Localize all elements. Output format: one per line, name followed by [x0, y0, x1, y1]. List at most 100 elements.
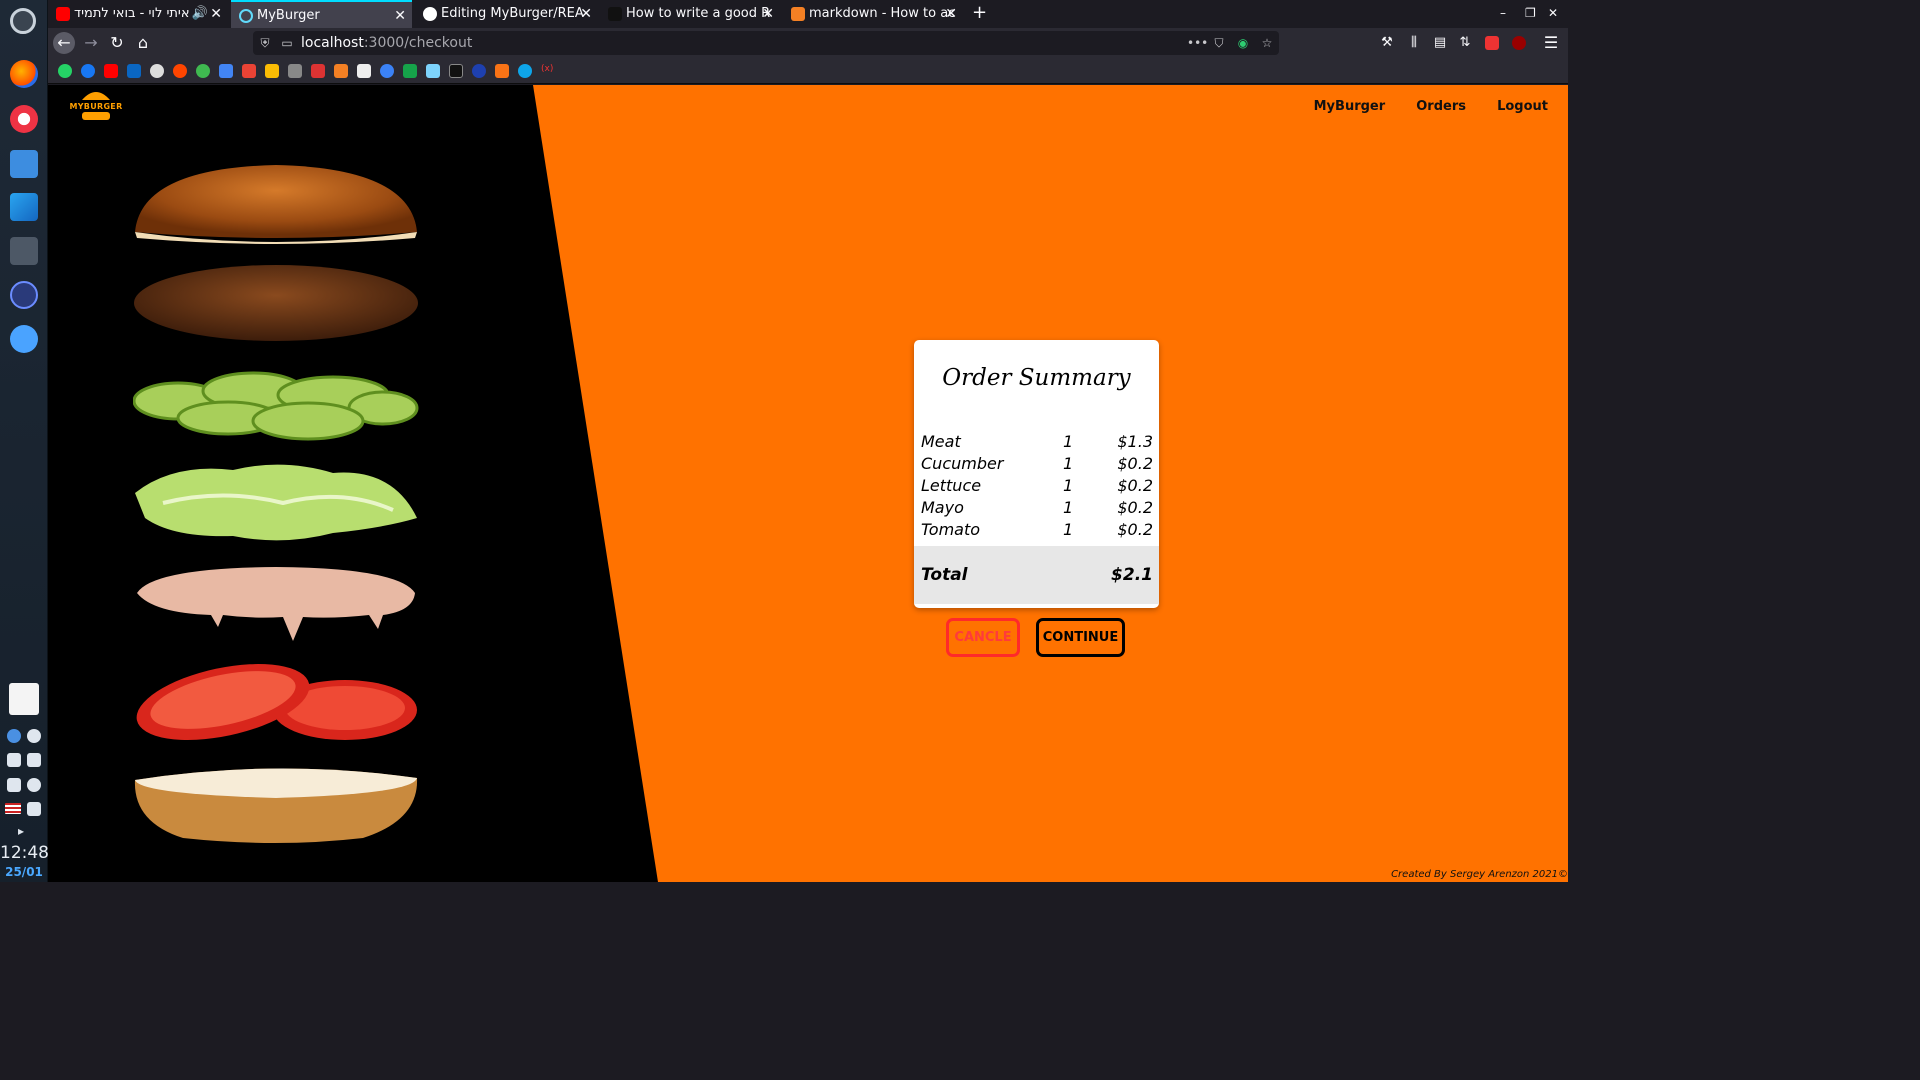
cancel-button[interactable]: CANCLE	[946, 618, 1020, 657]
home-button[interactable]: ⌂	[132, 32, 154, 54]
bookmark-chart-icon[interactable]	[403, 64, 417, 78]
restore-icon[interactable]: ❐	[1525, 6, 1536, 20]
myburger-logo[interactable]: MYBURGER	[68, 85, 124, 125]
youtube-icon	[56, 7, 70, 21]
cucumber-image	[133, 371, 419, 441]
more-actions-icon[interactable]: •••	[1187, 35, 1208, 51]
nav-link-logout[interactable]: Logout	[1497, 99, 1548, 114]
play-icon[interactable]	[27, 729, 41, 743]
url-bar[interactable]: ⛨ ▭ localhost:3000/checkout ••• ⛉ ◉ ☆	[253, 31, 1279, 55]
bookmark-gray-icon[interactable]	[288, 64, 302, 78]
url-host: localhost	[301, 35, 364, 51]
bun-top-image	[135, 165, 417, 244]
close-window-icon[interactable]: ✕	[1548, 6, 1558, 20]
tab-readme-guide[interactable]: How to write a good R ✕	[600, 0, 780, 28]
bookmark-white-icon[interactable]	[357, 64, 371, 78]
bookmark-orange-icon[interactable]	[495, 64, 509, 78]
facebook-icon[interactable]	[81, 64, 95, 78]
sync-icon[interactable]: ⇅	[1454, 32, 1476, 54]
drive-icon[interactable]	[265, 64, 279, 78]
launcher-icon[interactable]	[10, 8, 36, 34]
bookmark-c-icon[interactable]	[472, 64, 486, 78]
forward-button[interactable]: →	[80, 32, 102, 54]
shield-icon[interactable]	[7, 753, 21, 767]
app-page: MYBURGER MyBurger Orders Logout Order Su…	[48, 85, 1568, 882]
ublock-icon[interactable]	[1508, 32, 1530, 54]
back-button[interactable]: ←	[53, 32, 75, 54]
tab-label: Editing MyBurger/REA	[441, 6, 584, 21]
close-tab-icon[interactable]: ✕	[945, 0, 957, 28]
close-tab-icon[interactable]: ✕	[762, 0, 774, 28]
whatsapp-icon[interactable]	[58, 64, 72, 78]
bluetooth-icon[interactable]	[27, 778, 41, 792]
expand-arrow-icon[interactable]: ▸	[18, 824, 24, 838]
library-icon[interactable]: ⫼	[1403, 32, 1425, 54]
vscode-icon[interactable]	[10, 193, 38, 221]
extension-red-icon[interactable]	[1481, 32, 1503, 54]
gd-icon[interactable]	[449, 64, 463, 78]
firefox-icon[interactable]	[10, 60, 38, 88]
files-icon[interactable]	[10, 150, 38, 178]
order-summary-title: Order Summary	[942, 365, 1131, 391]
github-icon	[423, 7, 437, 21]
bookmark-sky-icon[interactable]	[426, 64, 440, 78]
bookmark-dot-icon[interactable]	[518, 64, 532, 78]
toggle-icon[interactable]	[10, 325, 38, 353]
terminal-icon[interactable]	[10, 237, 38, 265]
linkedin-icon[interactable]	[127, 64, 141, 78]
info-icon[interactable]	[7, 729, 21, 743]
nav-link-orders[interactable]: Orders	[1416, 99, 1466, 114]
reload-button[interactable]: ↻	[106, 32, 128, 54]
page-icon: ▭	[281, 36, 293, 50]
wrench-icon[interactable]: ⚒	[1376, 32, 1398, 54]
close-tab-icon[interactable]: ✕	[394, 2, 406, 28]
new-tab-button[interactable]: +	[972, 2, 987, 23]
continue-button[interactable]: CONTINUE	[1036, 618, 1125, 657]
close-tab-icon[interactable]: ✕	[580, 0, 592, 28]
pocket-icon[interactable]: ⛉	[1211, 35, 1227, 51]
mayo-image	[137, 567, 415, 641]
bookmark-red-icon[interactable]	[311, 64, 325, 78]
shield-icon[interactable]: ⛨	[257, 35, 273, 51]
display-icon[interactable]	[27, 802, 41, 816]
trash-icon[interactable]	[9, 683, 39, 715]
github-icon[interactable]	[150, 64, 164, 78]
volume-icon[interactable]	[7, 778, 21, 792]
bookmark-star-icon[interactable]: ☆	[1259, 35, 1275, 51]
us-flag-icon[interactable]	[5, 803, 21, 814]
clipboard-icon[interactable]	[27, 753, 41, 767]
minimize-icon[interactable]: –	[1500, 6, 1506, 20]
item-qty: 1	[1063, 453, 1074, 473]
close-tab-icon[interactable]: ✕	[210, 0, 222, 28]
tab-stackoverflow[interactable]: markdown - How to ac ✕	[783, 0, 963, 28]
stack-icon[interactable]	[334, 64, 348, 78]
clock-date: 25/01	[5, 865, 43, 879]
monitor-icon[interactable]	[10, 281, 38, 309]
url-text[interactable]: localhost:3000/checkout	[301, 31, 472, 55]
bookmark-x-icon[interactable]: (x)	[541, 64, 555, 78]
table-row: Meat 1 $1.3	[921, 430, 1153, 452]
menu-icon[interactable]: ☰	[1540, 32, 1562, 54]
item-qty: 1	[1063, 431, 1074, 451]
nav-link-myburger[interactable]: MyBurger	[1314, 99, 1386, 114]
bookmark-green-icon[interactable]	[196, 64, 210, 78]
tab-myburger[interactable]: MyBurger ✕	[231, 0, 412, 28]
item-name: Tomato	[921, 519, 981, 539]
total-row: Total $2.1	[914, 546, 1159, 604]
gmail-icon[interactable]	[242, 64, 256, 78]
bookmark-blue-icon[interactable]	[380, 64, 394, 78]
navigation-bar: ← → ↻ ⌂ ⛨ ▭ localhost:3000/checkout ••• …	[48, 28, 1568, 58]
top-navigation: MyBurger Orders Logout	[1288, 95, 1548, 114]
item-price: $0.2	[1117, 519, 1153, 539]
youtube-icon[interactable]	[104, 64, 118, 78]
tab-youtube[interactable]: איתי לוי - בואי לתמיד 🔊 ✕	[48, 0, 228, 28]
chromium-icon[interactable]	[10, 105, 38, 133]
tab-github[interactable]: Editing MyBurger/REA ✕	[415, 0, 598, 28]
docs-icon[interactable]	[219, 64, 233, 78]
os-panel: ▸ 12:48 25/01	[0, 0, 49, 882]
bun-bottom-image	[134, 768, 418, 843]
reddit-icon[interactable]	[173, 64, 187, 78]
extension-icon[interactable]: ◉	[1235, 35, 1251, 51]
sidebar-icon[interactable]: ▤	[1429, 32, 1451, 54]
item-price: $0.2	[1117, 497, 1153, 517]
